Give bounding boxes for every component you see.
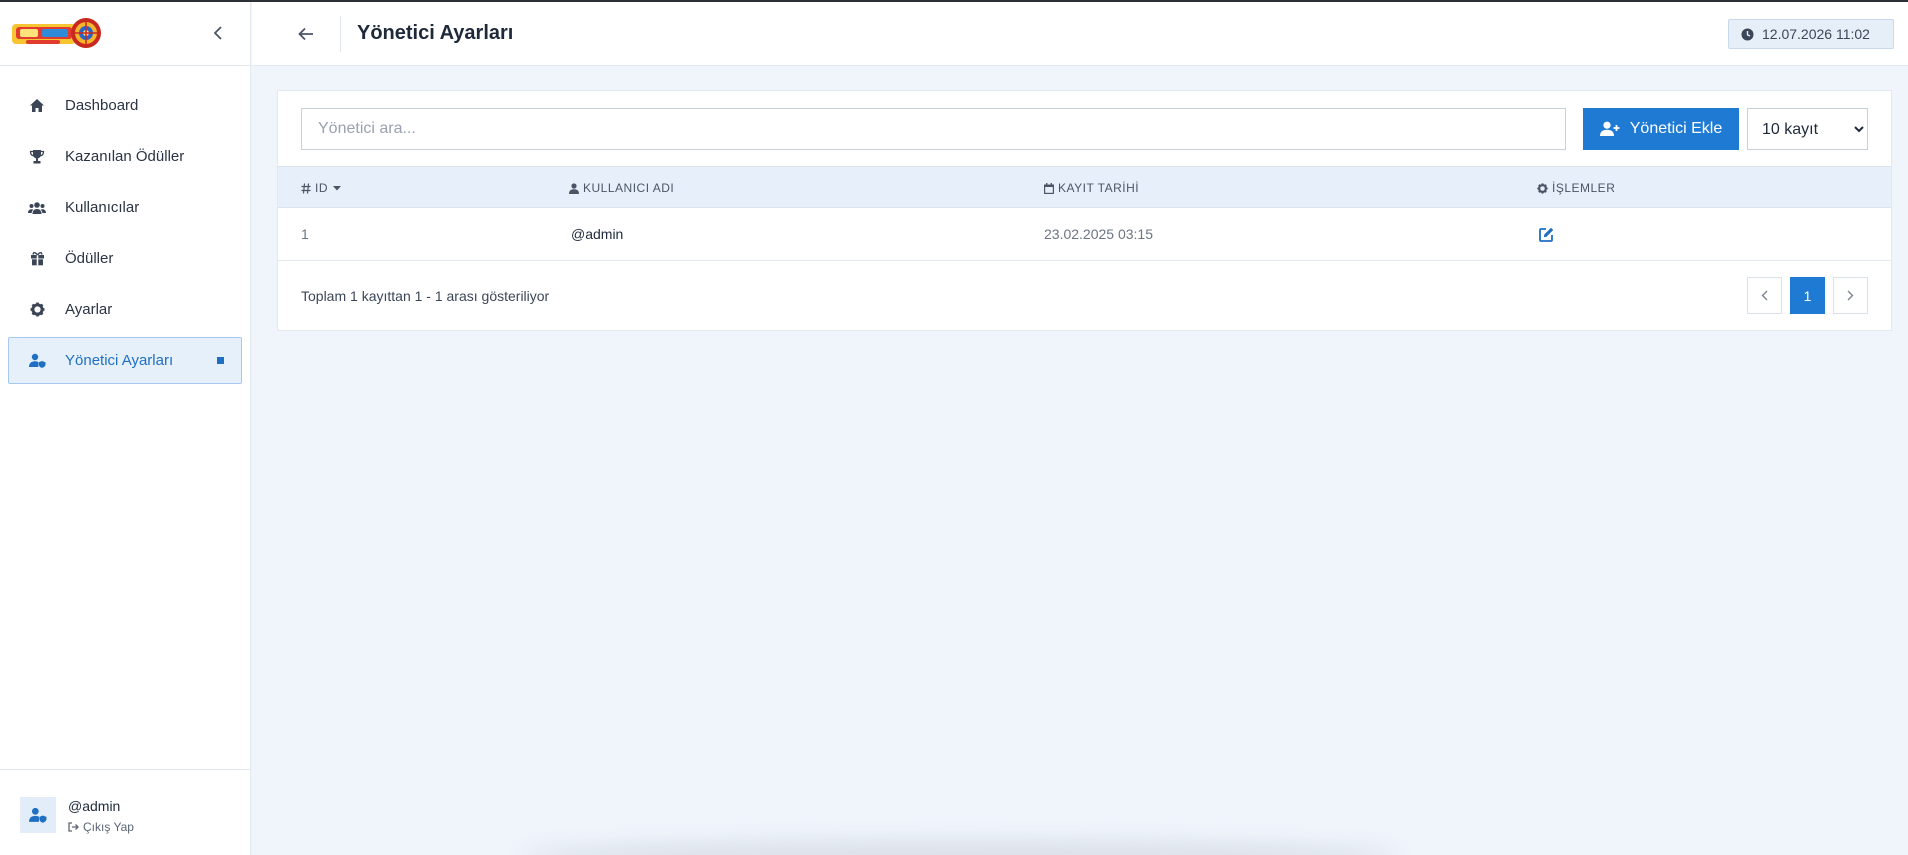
- cell-username: @admin: [571, 226, 624, 242]
- brand-logo-icon: [12, 18, 101, 48]
- cell-id: 1: [301, 226, 309, 242]
- sidebar-item-yonetici-ayarlari[interactable]: Yönetici Ayarları: [8, 337, 242, 384]
- column-actions: İŞLEMLER: [1537, 181, 1615, 195]
- gift-icon: [27, 249, 47, 269]
- next-page-button[interactable]: [1833, 277, 1868, 314]
- column-username: KULLANICI ADI: [569, 181, 674, 195]
- sidebar-header: [0, 0, 250, 66]
- datetime-text: 12.07.2026 11:02: [1762, 26, 1870, 42]
- user-plus-icon: [1599, 121, 1620, 136]
- user-icon: [569, 182, 579, 194]
- user-shield-icon: [27, 351, 47, 371]
- gear-icon: [27, 300, 47, 320]
- datetime-badge: 12.07.2026 11:02: [1728, 19, 1894, 49]
- user-name: @admin: [68, 798, 121, 814]
- sidebar-item-kullanicilar[interactable]: Kullanıcılar: [8, 184, 242, 231]
- sidebar-item-oduller[interactable]: Ödüller: [8, 235, 242, 282]
- clock-icon: [1741, 28, 1754, 40]
- sidebar-item-label: Yönetici Ayarları: [65, 352, 174, 369]
- hash-icon: [301, 182, 311, 194]
- column-label: KAYIT TARİHİ: [1058, 181, 1140, 195]
- add-admin-label: Yönetici Ekle: [1629, 120, 1723, 137]
- sign-out-icon: [68, 822, 79, 832]
- sidebar-item-label: Kazanılan Ödüller: [65, 148, 185, 165]
- logout-label: Çıkış Yap: [83, 820, 134, 834]
- page-button-1[interactable]: 1: [1790, 277, 1825, 314]
- prev-page-button[interactable]: [1747, 277, 1782, 314]
- admin-list-card: Yönetici Ekle 10 kayıt ID KULLANICI ADI …: [277, 90, 1892, 331]
- column-label: İŞLEMLER: [1552, 181, 1616, 195]
- edit-button[interactable]: [1537, 225, 1555, 243]
- header-divider: [340, 16, 341, 52]
- user-shield-icon: [29, 807, 47, 823]
- users-icon: [27, 198, 47, 218]
- pagination-info: Toplam 1 kayıttan 1 - 1 arası gösteriliy…: [301, 288, 550, 304]
- search-input[interactable]: [301, 108, 1566, 150]
- active-indicator: [217, 357, 224, 364]
- sidebar-item-label: Dashboard: [65, 97, 139, 114]
- sidebar-nav: Dashboard Kazanılan Ödüller Kullanıcılar…: [0, 66, 250, 384]
- column-id[interactable]: ID: [301, 181, 346, 195]
- column-label: KULLANICI ADI: [583, 181, 675, 195]
- back-button[interactable]: [294, 22, 318, 46]
- arrow-left-icon: [298, 27, 313, 41]
- gear-icon: [1537, 182, 1548, 194]
- avatar: [20, 797, 56, 833]
- trophy-icon: [27, 147, 47, 167]
- top-bar: Yönetici Ayarları 12.07.2026 11:02: [252, 2, 1908, 66]
- sort-down-icon: [333, 186, 341, 191]
- sidebar-item-label: Ayarlar: [65, 301, 113, 318]
- cell-date: 23.02.2025 03:15: [1044, 226, 1153, 242]
- top-border: [0, 0, 1908, 2]
- collapse-sidebar-button[interactable]: [207, 22, 229, 44]
- logout-link[interactable]: Çıkış Yap: [68, 820, 134, 834]
- sidebar-item-ayarlar[interactable]: Ayarlar: [8, 286, 242, 333]
- sidebar-user-panel: @admin Çıkış Yap: [0, 769, 251, 855]
- table-header: ID KULLANICI ADI KAYIT TARİHİ İŞLEMLER: [278, 166, 1891, 208]
- edit-icon: [1538, 227, 1553, 242]
- sidebar-item-label: Kullanıcılar: [65, 199, 140, 216]
- chevron-right-icon: [1847, 290, 1854, 301]
- per-page-select[interactable]: 10 kayıt: [1747, 108, 1868, 150]
- column-label: ID: [315, 181, 328, 195]
- home-icon: [27, 96, 47, 116]
- sidebar-item-kazanilan-oduller[interactable]: Kazanılan Ödüller: [8, 133, 242, 180]
- page-title: Yönetici Ayarları: [357, 22, 514, 44]
- sidebar-item-label: Ödüller: [65, 250, 114, 267]
- chevron-left-icon: [213, 26, 222, 40]
- column-date: KAYIT TARİHİ: [1044, 181, 1139, 195]
- sidebar-item-dashboard[interactable]: Dashboard: [8, 82, 242, 129]
- calendar-icon: [1044, 182, 1054, 194]
- sidebar: Dashboard Kazanılan Ödüller Kullanıcılar…: [0, 0, 251, 855]
- add-admin-button[interactable]: Yönetici Ekle: [1583, 108, 1739, 150]
- decorative-shadow: [520, 840, 1400, 855]
- table-row: 1 @admin 23.02.2025 03:15: [278, 208, 1891, 261]
- chevron-left-icon: [1761, 290, 1768, 301]
